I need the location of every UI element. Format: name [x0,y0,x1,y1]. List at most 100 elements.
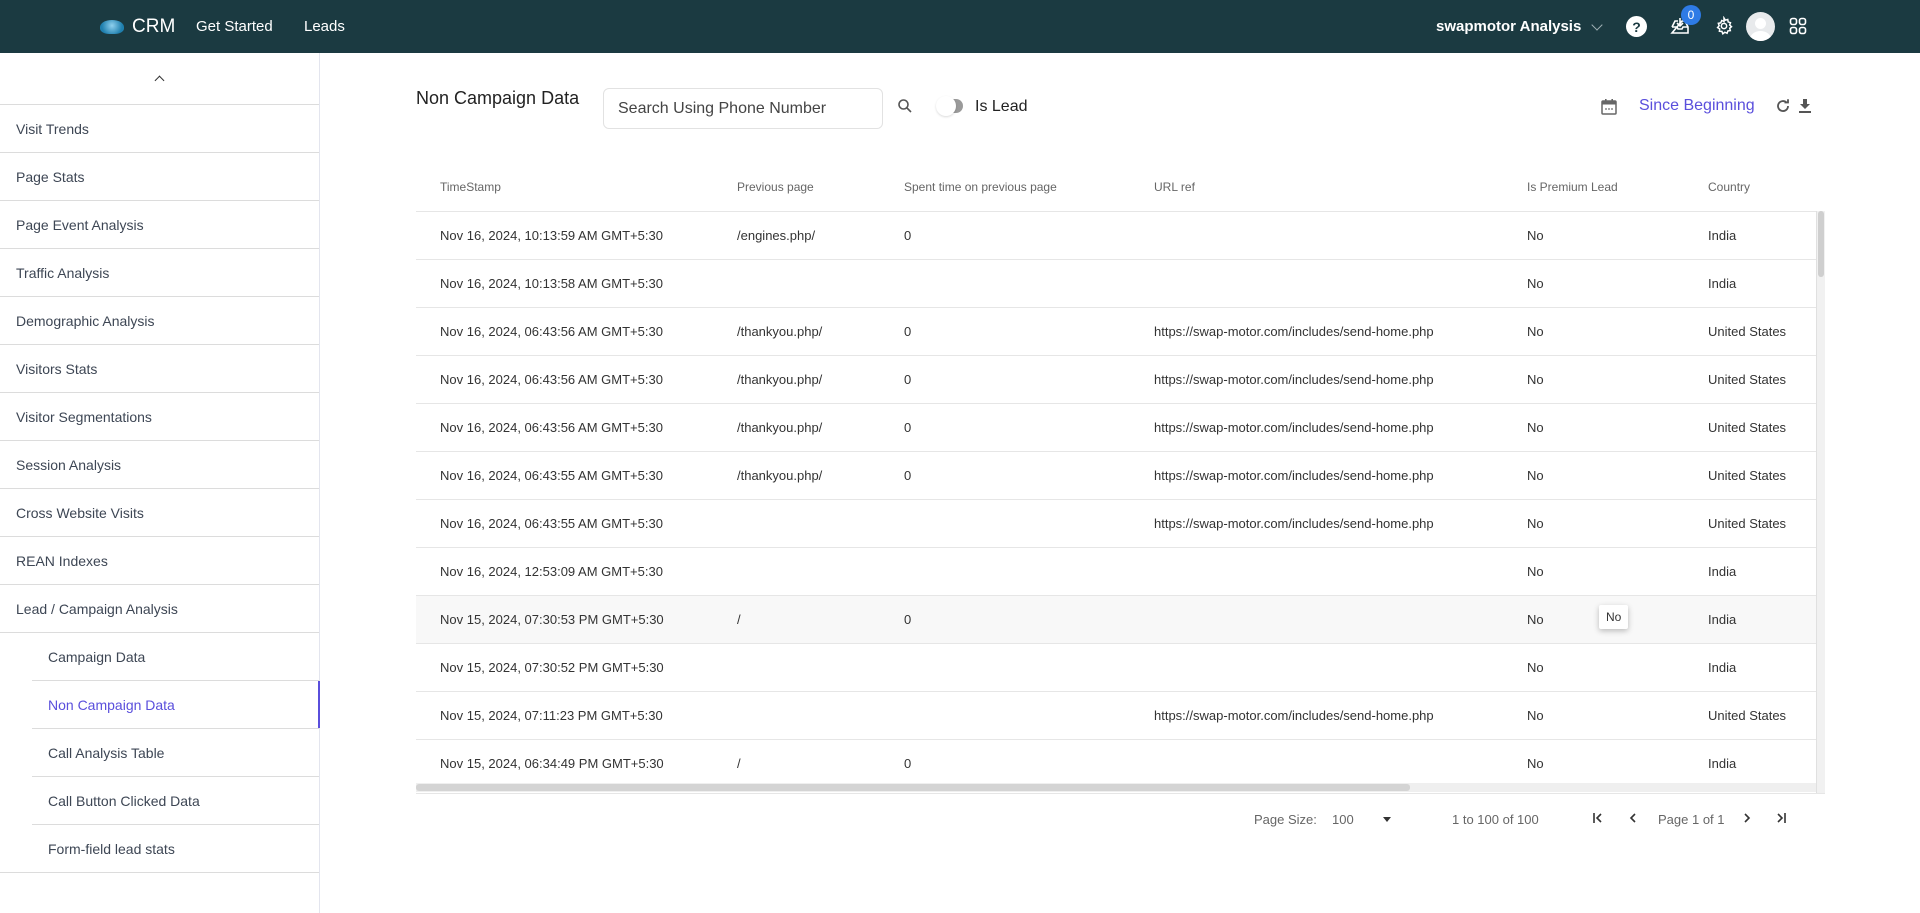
column-header-country[interactable]: Country [1708,163,1750,211]
column-header-previous-page[interactable]: Previous page [737,163,814,211]
table-row[interactable]: Nov 15, 2024, 07:11:23 PM GMT+5:30 https:… [416,692,1816,740]
calendar-icon[interactable] [1601,98,1619,116]
brand-name: CRM [132,15,176,37]
cell-url-ref: https://swap-motor.com/includes/send-hom… [1154,420,1434,435]
logo-icon [100,19,124,34]
cell-previous-page: /thankyou.php/ [737,420,823,435]
sidebar-item-lead-campaign-analysis[interactable]: Lead / Campaign Analysis [0,585,319,633]
sidebar-subitem-call-analysis-table[interactable]: Call Analysis Table [32,729,319,777]
next-page-button[interactable] [1739,810,1755,826]
horizontal-scroll-thumb[interactable] [416,784,1410,791]
cell-tooltip: No [1599,605,1629,629]
sidebar-item-cross-website-visits[interactable]: Cross Website Visits [0,489,319,537]
cell-country: United States [1708,324,1787,339]
sidebar-item-rean-indexes[interactable]: REAN Indexes [0,537,319,585]
page-info: Page 1 of 1 [1658,812,1725,827]
column-header-spent-time[interactable]: Spent time on previous page [904,163,1057,211]
last-page-button[interactable] [1773,810,1789,826]
cell-is-premium-lead: No [1527,228,1544,243]
download-icon[interactable] [1798,98,1816,116]
previous-page-button[interactable] [1625,810,1641,826]
sidebar-item-session-analysis[interactable]: Session Analysis [0,441,319,489]
column-header-url-ref[interactable]: URL ref [1154,163,1195,211]
cell-is-premium-lead: No [1527,612,1544,627]
phone-search-input[interactable] [603,88,883,129]
cell-previous-page: /thankyou.php/ [737,468,823,483]
cell-is-premium-lead: No [1527,708,1544,723]
cell-previous-page: / [737,756,741,771]
sidebar-subitem-non-campaign-data[interactable]: Non Campaign Data [32,681,320,729]
user-avatar[interactable] [1746,12,1775,41]
cell-country: United States [1708,708,1787,723]
cell-timestamp: Nov 16, 2024, 06:43:56 AM GMT+5:30 [440,372,663,387]
sidebar-item-demographic-analysis[interactable]: Demographic Analysis [0,297,319,345]
top-navbar: CRM Get Started Leads swapmotor Analysis… [0,0,1920,53]
page-title: Non Campaign Data [416,88,580,108]
horizontal-scrollbar[interactable] [416,783,1816,792]
table-row[interactable]: Nov 16, 2024, 10:13:58 AM GMT+5:30 No Indi… [416,260,1816,308]
cell-timestamp: Nov 15, 2024, 06:34:49 PM GMT+5:30 [440,756,664,771]
cell-country: United States [1708,516,1787,531]
cell-timestamp: Nov 16, 2024, 06:43:55 AM GMT+5:30 [440,468,663,483]
sidebar-subitem-call-button-clicked-data[interactable]: Call Button Clicked Data [32,777,319,825]
nav-get-started[interactable]: Get Started [196,0,273,53]
table-row[interactable]: Nov 16, 2024, 06:43:56 AM GMT+5:30/thank… [416,308,1816,356]
table-row[interactable]: Nov 16, 2024, 06:43:56 AM GMT+5:30/thank… [416,404,1816,452]
cell-url-ref: https://swap-motor.com/includes/send-hom… [1154,468,1434,483]
date-range-selector[interactable]: Since Beginning [1639,97,1755,115]
data-grid: TimeStamp Previous page Spent time on pr… [416,163,1825,830]
cell-is-premium-lead: No [1527,756,1544,771]
vertical-scroll-thumb[interactable] [1818,211,1824,277]
page-size-label: Page Size: [1254,812,1317,827]
account-switcher[interactable]: swapmotor Analysis [1436,0,1603,53]
column-header-is-premium-lead[interactable]: Is Premium Lead [1527,163,1618,211]
sidebar-item-visitors-stats[interactable]: Visitors Stats [0,345,319,393]
cell-timestamp: Nov 16, 2024, 06:43:56 AM GMT+5:30 [440,324,663,339]
cell-timestamp: Nov 16, 2024, 12:53:09 AM GMT+5:30 [440,564,663,579]
refresh-icon[interactable] [1775,98,1793,116]
cell-url-ref: https://swap-motor.com/includes/send-hom… [1154,372,1434,387]
nav-leads[interactable]: Leads [304,0,345,53]
table-row[interactable]: Nov 16, 2024, 06:43:55 AM GMT+5:30/thank… [416,452,1816,500]
apps-grid-icon[interactable] [1786,14,1810,38]
sidebar-item-visitor-segmentations[interactable]: Visitor Segmentations [0,393,319,441]
account-name: swapmotor Analysis [1436,18,1582,35]
cell-country: India [1708,276,1737,291]
cell-url-ref: https://swap-motor.com/includes/send-hom… [1154,708,1434,723]
sidebar-subitem-form-field-lead-stats[interactable]: Form-field lead stats [0,825,319,873]
search-icon[interactable] [897,98,917,118]
is-lead-toggle[interactable] [936,96,963,116]
sidebar-collapse-button[interactable] [0,53,319,105]
cell-timestamp: Nov 15, 2024, 07:30:52 PM GMT+5:30 [440,660,664,675]
sidebar-item-page-event-analysis[interactable]: Page Event Analysis [0,201,319,249]
cell-timestamp: Nov 16, 2024, 06:43:55 AM GMT+5:30 [440,516,663,531]
column-header-timestamp[interactable]: TimeStamp [440,163,501,211]
vertical-scrollbar[interactable] [1816,211,1825,793]
page-size-select[interactable]: 100 [1332,812,1412,827]
cell-timestamp: Nov 16, 2024, 06:43:56 AM GMT+5:30 [440,420,663,435]
cell-timestamp: Nov 15, 2024, 07:11:23 PM GMT+5:30 [440,708,663,723]
table-row[interactable]: Nov 16, 2024, 10:13:59 AM GMT+5:30/engin… [416,212,1816,260]
sidebar-item-page-stats[interactable]: Page Stats [0,153,319,201]
sidebar-item-visit-trends[interactable]: Visit Trends [0,105,319,153]
sidebar-item-traffic-analysis[interactable]: Traffic Analysis [0,249,319,297]
table-row[interactable]: Nov 15, 2024, 06:34:49 PM GMT+5:30 / 0 No In… [416,740,1816,788]
table-row[interactable]: Nov 16, 2024, 06:43:56 AM GMT+5:30/thank… [416,356,1816,404]
cell-country: India [1708,756,1737,771]
cell-spent-time: 0 [904,420,912,435]
cell-spent-time: 0 [904,372,912,387]
cell-previous-page: /thankyou.php/ [737,324,823,339]
sidebar-subitem-campaign-data[interactable]: Campaign Data [32,633,319,681]
cell-country: United States [1708,372,1787,387]
table-row[interactable]: Nov 16, 2024, 06:43:55 AM GMT+5:30 https:… [416,500,1816,548]
table-row[interactable]: Nov 16, 2024, 12:53:09 AM GMT+5:30 No Indi… [416,548,1816,596]
help-icon[interactable]: ? [1626,16,1647,37]
main-content: Non Campaign Data Is Lead Since Beginnin… [321,53,1920,913]
gear-icon[interactable] [1712,14,1736,38]
cell-is-premium-lead: No [1527,372,1544,387]
first-page-button[interactable] [1590,810,1606,826]
notification-badge: 0 [1681,5,1701,25]
caret-down-icon [1383,817,1391,822]
brand[interactable]: CRM [100,0,175,53]
table-row[interactable]: Nov 15, 2024, 07:30:52 PM GMT+5:30 No Indi… [416,644,1816,692]
